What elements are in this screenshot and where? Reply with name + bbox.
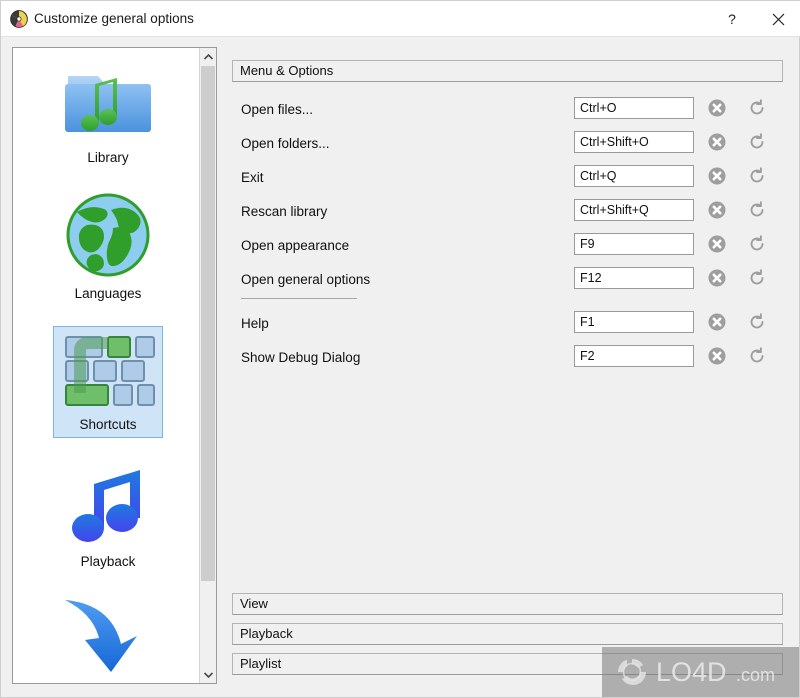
group-header-menu-options[interactable]: Menu & Options [232, 60, 783, 82]
shortcut-row: Open appearance [229, 229, 787, 263]
category-list: Library Languages Shortcuts Playback [13, 48, 203, 683]
clear-shortcut-icon[interactable] [707, 346, 727, 366]
sidebar-item-label: Languages [74, 286, 142, 301]
svg-text:LO4D: LO4D [656, 657, 727, 687]
title-bar: Customize general options ? [1, 1, 800, 37]
sidebar-item-library[interactable]: Library [53, 60, 163, 170]
shortcut-row: Open folders... [229, 127, 787, 161]
reset-shortcut-icon[interactable] [747, 346, 767, 366]
sidebar-item-languages[interactable]: Languages [53, 188, 163, 306]
down-arrow-icon [53, 594, 163, 679]
shortcut-input[interactable] [574, 267, 694, 289]
sidebar-item-shortcuts[interactable]: Shortcuts [53, 326, 163, 438]
shortcut-label: Exit [241, 170, 264, 185]
clear-shortcut-icon[interactable] [707, 98, 727, 118]
shortcut-input[interactable] [574, 165, 694, 187]
sidebar-item-playback[interactable]: Playback [53, 462, 163, 574]
reset-shortcut-icon[interactable] [747, 98, 767, 118]
category-sidebar: Library Languages Shortcuts Playback [12, 47, 217, 684]
help-button[interactable]: ? [709, 1, 755, 37]
customize-general-options-window: Customize general options ? Library Lang… [0, 0, 800, 698]
svg-text:.com: .com [736, 665, 775, 685]
sidebar-scrollbar[interactable] [199, 48, 216, 683]
scroll-up-arrow-icon[interactable] [200, 48, 216, 65]
shortcut-input[interactable] [574, 131, 694, 153]
close-button[interactable] [755, 1, 800, 37]
shortcut-row: Exit [229, 161, 787, 195]
reset-shortcut-icon[interactable] [747, 268, 767, 288]
shortcut-label: Rescan library [241, 204, 328, 219]
lo4d-watermark: LO4D .com [602, 647, 799, 697]
scrollbar-thumb[interactable] [201, 66, 215, 581]
window-title: Customize general options [34, 11, 194, 26]
close-icon [772, 13, 785, 26]
clear-shortcut-icon[interactable] [707, 234, 727, 254]
shortcut-label: Show Debug Dialog [241, 350, 361, 365]
clear-shortcut-icon[interactable] [707, 132, 727, 152]
sidebar-item-label: Playback [80, 554, 136, 569]
shortcut-row: Open general options [229, 263, 787, 299]
shortcut-row: Show Debug Dialog [229, 341, 787, 375]
clear-shortcut-icon[interactable] [707, 200, 727, 220]
shortcut-row: Help [229, 307, 787, 341]
shortcut-row: Open files... [229, 93, 787, 127]
group-header-view[interactable]: View [232, 593, 783, 615]
shortcut-input[interactable] [574, 233, 694, 255]
reset-shortcut-icon[interactable] [747, 132, 767, 152]
shortcut-label: Open files... [241, 102, 314, 117]
scroll-down-arrow-icon[interactable] [200, 666, 216, 683]
sidebar-item-download[interactable] [53, 590, 163, 683]
reset-shortcut-icon[interactable] [747, 312, 767, 332]
keyboard-keys-icon [54, 331, 162, 414]
reset-shortcut-icon[interactable] [747, 234, 767, 254]
music-note-icon [53, 466, 163, 551]
options-pane: Menu & Options Open files... Open folders… [229, 47, 787, 684]
shortcut-input[interactable] [574, 311, 694, 333]
clear-shortcut-icon[interactable] [707, 166, 727, 186]
shortcut-input[interactable] [574, 345, 694, 367]
reset-shortcut-icon[interactable] [747, 200, 767, 220]
reset-shortcut-icon[interactable] [747, 166, 767, 186]
sidebar-item-label: Shortcuts [79, 417, 137, 432]
shortcut-label: Help [241, 316, 269, 331]
shortcut-input[interactable] [574, 97, 694, 119]
shortcut-rows: Open files... Open folders... Exit Rescan l… [229, 93, 787, 375]
clear-shortcut-icon[interactable] [707, 268, 727, 288]
shortcut-label: Open folders... [241, 136, 330, 151]
clear-shortcut-icon[interactable] [707, 312, 727, 332]
sidebar-item-label: Library [87, 150, 129, 165]
group-header-playback[interactable]: Playback [232, 623, 783, 645]
shortcut-label: Open general options [241, 272, 371, 287]
shortcut-row: Rescan library [229, 195, 787, 229]
shortcut-label: Open appearance [241, 238, 350, 253]
help-button-label: ? [728, 11, 736, 27]
globe-icon [53, 192, 163, 283]
app-ball-icon [10, 10, 28, 28]
shortcut-input[interactable] [574, 199, 694, 221]
music-folder-icon [53, 64, 163, 147]
